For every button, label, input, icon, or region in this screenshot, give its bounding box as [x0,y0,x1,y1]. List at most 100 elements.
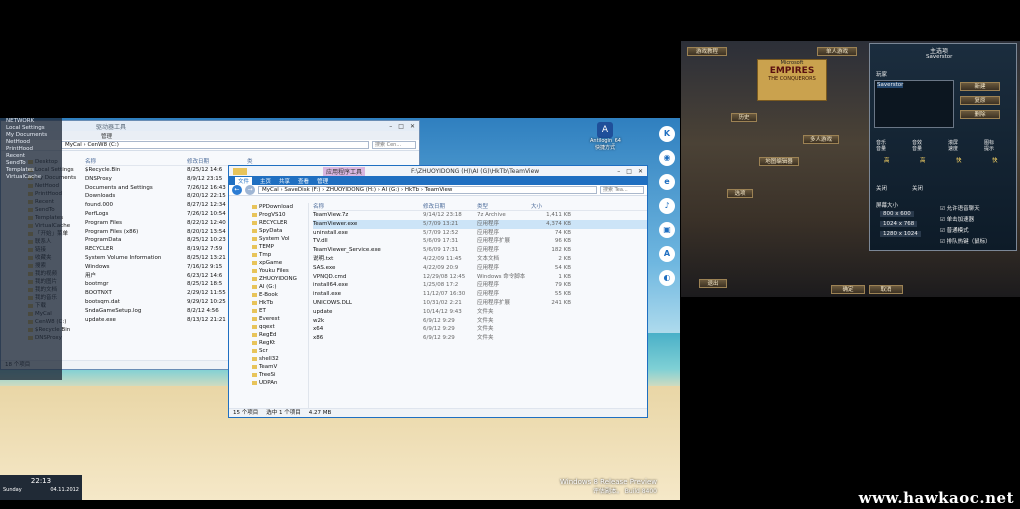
table-row[interactable]: x64 6/9/12 9:29 文件夹 [313,325,647,334]
quick-access-icon[interactable] [233,167,247,175]
toggle-value[interactable]: 关闭 [876,184,887,192]
column-header[interactable]: 修改日期 [187,158,247,165]
column-header[interactable]: 修改日期 [423,203,477,210]
map-editor-button[interactable]: 地图编辑器 [759,157,799,166]
charm-icon[interactable]: A [659,246,675,262]
resolution-option[interactable]: 800 x 600 [880,211,914,217]
desktop-shortcut[interactable]: A Antilogin_64 快捷方式 [590,122,621,151]
table-row[interactable]: TeamViewer_Service.exe 5/6/09 17:31 应用程序 18… [313,246,647,255]
game-tutorial-button[interactable]: 游戏教程 [687,47,727,56]
table-row[interactable]: x86 6/9/12 9:29 文件夹 [313,334,647,343]
column-header[interactable]: 名称 [313,203,423,210]
resolution-option[interactable]: 1280 x 1024 [880,231,921,237]
player-list[interactable]: Saverstor [874,80,954,128]
table-row[interactable]: VPNQD.cmd 12/29/08 12:45 Windows 命令脚本 1 KB [313,273,647,282]
setting-level[interactable]: 高 [920,156,926,164]
history-button[interactable]: 历史 [731,113,757,122]
tree-item[interactable]: TEMP [249,243,308,251]
table-row[interactable]: 说明.txt 4/22/09 11:45 文本文档 2 KB [313,255,647,264]
tree-item[interactable]: System Vol [249,235,308,243]
exit-button[interactable]: 退出 [699,279,727,288]
forward-button[interactable]: → [245,185,255,195]
charm-icon[interactable]: ◉ [659,150,675,166]
checkbox-option[interactable]: ☑ 允许语音聊天 [940,204,980,212]
tree-item[interactable]: qqext [249,323,308,331]
tree-item[interactable]: RECYCLER [249,219,308,227]
new-player-button[interactable]: 新建 [960,82,1000,91]
tab-4[interactable]: 管理 [317,177,328,185]
minimize-button[interactable]: – [389,123,392,130]
checkbox-option[interactable]: ☑ 排队热键（鼠标） [940,237,991,245]
back-button[interactable]: ← [232,185,242,195]
search-input[interactable]: 搜索 Tea... [600,186,644,194]
ok-button[interactable]: 确定 [831,285,865,294]
table-row[interactable]: install.exe 11/12/07 16:30 应用程序 55 KB [313,290,647,299]
table-row[interactable]: uninstall.exe 5/7/09 12:52 应用程序 74 KB [313,229,647,238]
table-row[interactable]: SAS.exe 4/22/09 20:9 应用程序 54 KB [313,264,647,273]
tree-item[interactable]: E-Book [249,291,308,299]
tree-item[interactable]: TreeSi [249,371,308,379]
tree-item[interactable]: ET [249,307,308,315]
options-button[interactable]: 选项 [727,189,753,198]
charm-icon[interactable]: ♪ [659,198,675,214]
tab-2[interactable]: 共享 [279,177,290,185]
table-row[interactable]: w2k 6/9/12 9:29 文件夹 [313,317,647,326]
tree-item[interactable]: HkTb [249,299,308,307]
tree-item[interactable]: UDPAn [249,379,308,387]
tab-3[interactable]: 查看 [298,177,309,185]
tree-item[interactable]: RegKt [249,339,308,347]
tree-item[interactable]: Everest [249,315,308,323]
close-button[interactable]: ✕ [410,123,415,130]
charm-icon[interactable]: ◐ [659,270,675,286]
checkbox-option[interactable]: ☑ 普通模式 [940,226,969,234]
address-bar[interactable]: MyCal › CenW8 (C:) [61,141,369,149]
table-row[interactable]: TeamView.7z 9/14/12 23:18 7z Archive 1,411 … [313,211,647,220]
tree-item[interactable]: ZHUOYIDONG [249,275,308,283]
delete-player-button[interactable]: 删除 [960,110,1000,119]
tab-1[interactable]: 主页 [260,177,271,185]
single-player-button[interactable]: 单人游戏 [817,47,857,56]
resolution-option[interactable]: 1024 x 768 [880,221,918,227]
tab-0[interactable]: 文件 [235,176,253,185]
ribbon-tabs[interactable]: 文件 主页 共享 查看 管理 [229,176,647,185]
tree-item[interactable]: Tmp [249,251,308,259]
column-header[interactable]: 大小 [531,203,571,210]
setting-level[interactable]: 高 [884,156,890,164]
tree-item[interactable]: shell32 [249,355,308,363]
tree-item[interactable]: RegEd [249,331,308,339]
tree-item[interactable]: PPDownload [249,203,308,211]
charms-bar[interactable]: K ◉ e ♪ ▣ A ◐ [654,120,680,300]
explorer-window-main[interactable]: 应用程序工具 F:\ZHUOYIDONG (H)\AI (G)\HkTb\Tea… [228,165,648,418]
checkbox-option[interactable]: ☑ 单击加速器 [940,215,974,223]
table-row[interactable]: UNICOWS.DLL 10/31/02 2:21 应用程序扩展 241 KB [313,299,647,308]
maximize-button[interactable]: □ [626,168,632,175]
tree-item[interactable]: SpyData [249,227,308,235]
setting-level[interactable]: 快 [956,156,962,164]
charm-icon[interactable]: ▣ [659,222,675,238]
tree-item[interactable]: Youku Files [249,267,308,275]
close-button[interactable]: ✕ [638,168,643,175]
tree-item[interactable]: xpGame [249,259,308,267]
column-header[interactable]: 类型 [477,203,531,210]
column-header[interactable]: 名称 [85,158,187,165]
cancel-button[interactable]: 取消 [869,285,903,294]
table-row[interactable]: TeamViewer.exe 5/7/09 13:21 应用程序 4,374 KB [313,219,647,229]
column-header[interactable]: 类 [247,158,277,165]
restore-player-button[interactable]: 复原 [960,96,1000,105]
tab-manage[interactable]: 管理 [101,132,112,140]
search-input[interactable]: 搜索 Cen... [372,141,416,149]
table-row[interactable]: update 10/14/12 9:43 文件夹 [313,308,647,317]
maximize-button[interactable]: □ [398,123,404,130]
tree-item[interactable]: TeamV [249,363,308,371]
multiplayer-button[interactable]: 多人游戏 [803,135,839,144]
file-list[interactable]: 名称 修改日期 类型 大小 TeamView.7z 9/14/12 23:18 7z Ar… [313,203,647,408]
player-name[interactable]: Saverstor [877,82,904,88]
table-row[interactable]: TV.dll 5/6/09 17:31 应用程序扩展 96 KB [313,237,647,246]
charm-icon[interactable]: K [659,126,675,142]
navigation-tree[interactable]: PPDownload ProgVS10 RECYCLER SpyData System … [249,203,309,408]
minimize-button[interactable]: – [617,168,620,175]
options-panel[interactable]: 主选项 Saverstor 玩家 Saverstor 新建 复原 删除 音乐 音… [869,43,1017,251]
setting-level[interactable]: 快 [992,156,998,164]
table-row[interactable]: install64.exe 1/25/08 17:2 应用程序 79 KB [313,281,647,290]
toggle-value[interactable]: 关闭 [912,184,923,192]
